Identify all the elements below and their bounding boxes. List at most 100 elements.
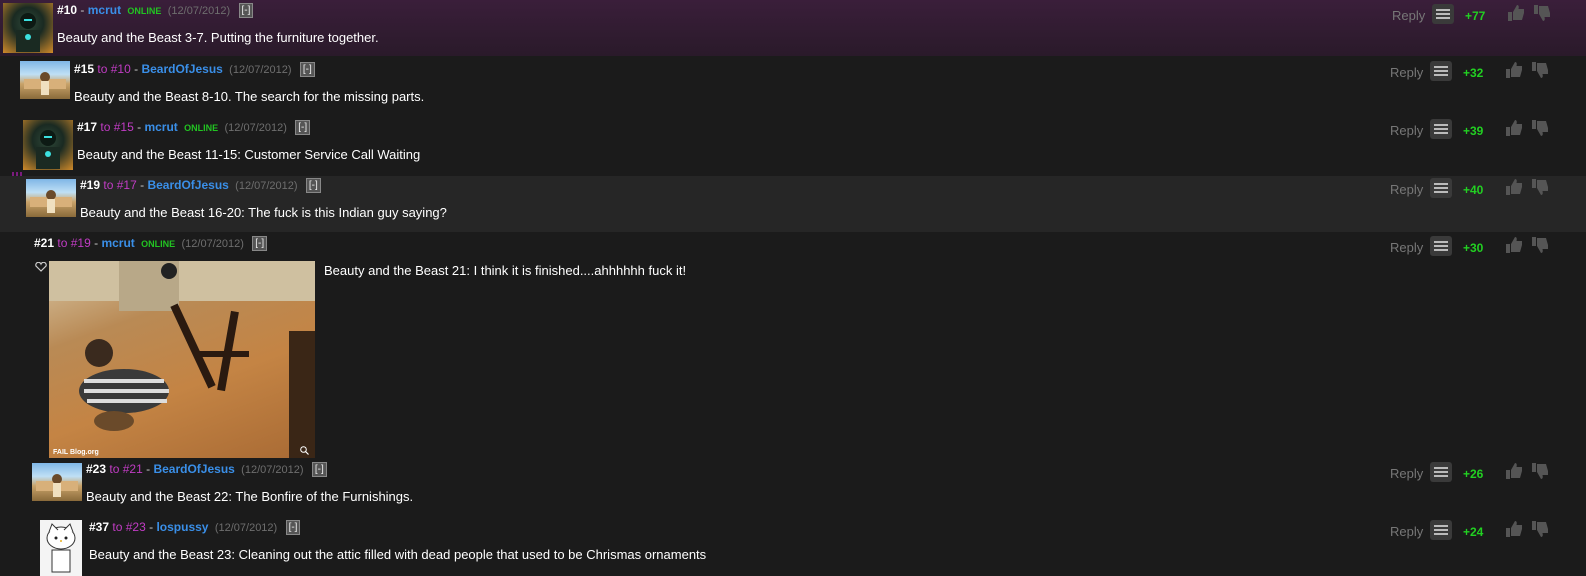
avatar[interactable] bbox=[26, 179, 76, 217]
reply-button[interactable]: Reply bbox=[1392, 8, 1425, 23]
avatar[interactable] bbox=[32, 463, 82, 501]
avatar[interactable] bbox=[20, 61, 70, 99]
thumbs-down-icon[interactable] bbox=[1530, 177, 1550, 197]
comment-header: #21 to #19 - mcrut ONLINE (12/07/2012) [… bbox=[34, 236, 268, 252]
comment-date: (12/07/2012) bbox=[167, 5, 231, 17]
reply-button[interactable]: Reply bbox=[1390, 123, 1423, 138]
comment-actions: Reply +77 bbox=[1392, 3, 1560, 27]
username-link[interactable]: mcrut bbox=[144, 120, 177, 134]
username-link[interactable]: mcrut bbox=[88, 3, 121, 17]
comment-header: #23 to #21 - BeardOfJesus (12/07/2012) [… bbox=[86, 462, 327, 478]
reply-button[interactable]: Reply bbox=[1390, 65, 1423, 80]
comment-text: Beauty and the Beast 16-20: The fuck is … bbox=[80, 205, 447, 220]
thumbs-up-icon[interactable] bbox=[1504, 177, 1524, 197]
collapse-button[interactable]: [-] bbox=[299, 62, 315, 78]
reply-button[interactable]: Reply bbox=[1390, 466, 1423, 481]
armored-figure-icon bbox=[36, 130, 60, 169]
menu-icon[interactable] bbox=[1432, 4, 1454, 24]
collapse-button[interactable]: [-] bbox=[252, 236, 268, 252]
reply-to-link[interactable]: #19 bbox=[71, 236, 91, 250]
reply-button[interactable]: Reply bbox=[1390, 524, 1423, 539]
thumbs-up-icon[interactable] bbox=[1506, 3, 1526, 23]
online-badge: ONLINE bbox=[184, 123, 219, 133]
comment-date: (12/07/2012) bbox=[224, 122, 287, 134]
thumbs-down-icon[interactable] bbox=[1532, 3, 1552, 23]
beach-scene-icon bbox=[36, 474, 78, 497]
username-link[interactable]: lospussy bbox=[156, 520, 208, 534]
comment-header: #37 to #23 - lospussy (12/07/2012) [-] bbox=[89, 520, 301, 536]
comment-19: #19 to #17 - BeardOfJesus (12/07/2012) [… bbox=[0, 176, 1586, 232]
thumbs-down-icon[interactable] bbox=[1530, 60, 1550, 80]
comment-date: (12/07/2012) bbox=[181, 238, 244, 250]
reply-button[interactable]: Reply bbox=[1390, 182, 1423, 197]
menu-icon[interactable] bbox=[1430, 178, 1452, 198]
username-link[interactable]: BeardOfJesus bbox=[153, 462, 234, 476]
menu-icon[interactable] bbox=[1430, 236, 1452, 256]
reply-to-link[interactable]: #17 bbox=[117, 178, 137, 192]
username-link[interactable]: BeardOfJesus bbox=[141, 62, 222, 76]
menu-icon[interactable] bbox=[1430, 462, 1452, 482]
comment-date: (12/07/2012) bbox=[241, 464, 304, 476]
thumbs-down-icon[interactable] bbox=[1530, 461, 1550, 481]
avatar[interactable] bbox=[3, 3, 53, 53]
collapse-button[interactable]: [-] bbox=[238, 3, 254, 19]
thumbs-down-icon[interactable] bbox=[1530, 519, 1550, 539]
thumbs-up-icon[interactable] bbox=[1504, 461, 1524, 481]
online-badge: ONLINE bbox=[141, 239, 176, 249]
comment-date: (12/07/2012) bbox=[229, 64, 292, 76]
zoom-icon[interactable] bbox=[300, 446, 309, 455]
username-link[interactable]: mcrut bbox=[101, 236, 134, 250]
collapse-button[interactable]: [-] bbox=[305, 178, 321, 194]
comment-text: Beauty and the Beast 8-10. The search fo… bbox=[74, 89, 425, 104]
thumbs-down-icon[interactable] bbox=[1530, 235, 1550, 255]
comment-image[interactable]: FAIL Blog.org bbox=[49, 261, 315, 458]
online-badge: ONLINE bbox=[127, 6, 162, 16]
photo-illustration bbox=[49, 261, 315, 458]
comment-score: +77 bbox=[1465, 9, 1486, 23]
thumbs-up-icon[interactable] bbox=[1504, 519, 1524, 539]
reply-to-link[interactable]: #15 bbox=[114, 120, 134, 134]
avatar[interactable] bbox=[40, 520, 82, 576]
comment-actions: Reply +26 bbox=[1390, 461, 1558, 485]
comment-score: +24 bbox=[1463, 525, 1484, 539]
image-watermark: FAIL Blog.org bbox=[53, 449, 99, 456]
reply-to-link[interactable]: #21 bbox=[123, 462, 143, 476]
menu-icon[interactable] bbox=[1430, 61, 1452, 81]
comment-number[interactable]: #23 bbox=[86, 462, 106, 476]
comment-23: #23 to #21 - BeardOfJesus (12/07/2012) [… bbox=[0, 458, 1586, 516]
reply-button[interactable]: Reply bbox=[1390, 240, 1423, 255]
comment-number[interactable]: #10 bbox=[57, 3, 77, 17]
comment-text: Beauty and the Beast 21: I think it is f… bbox=[324, 263, 687, 278]
menu-icon[interactable] bbox=[1430, 520, 1452, 540]
comment-17: #17 to #15 - mcrut ONLINE (12/07/2012) [… bbox=[0, 114, 1586, 172]
comment-date: (12/07/2012) bbox=[214, 522, 278, 534]
reply-to-label: to bbox=[109, 462, 120, 476]
comment-number[interactable]: #17 bbox=[77, 120, 97, 134]
comment-actions: Reply +39 bbox=[1390, 118, 1558, 142]
beach-scene-icon bbox=[30, 190, 72, 213]
comment-actions: Reply +40 bbox=[1390, 177, 1558, 201]
collapse-button[interactable]: [-] bbox=[311, 462, 327, 478]
collapse-button[interactable]: [-] bbox=[285, 520, 301, 536]
menu-icon[interactable] bbox=[1430, 119, 1452, 139]
collapse-button[interactable]: [-] bbox=[295, 120, 311, 136]
thumbs-down-icon[interactable] bbox=[1530, 118, 1550, 138]
comment-header: #19 to #17 - BeardOfJesus (12/07/2012) [… bbox=[80, 178, 321, 194]
comment-actions: Reply +24 bbox=[1390, 519, 1558, 543]
thumbs-up-icon[interactable] bbox=[1504, 235, 1524, 255]
comment-number[interactable]: #15 bbox=[74, 62, 94, 76]
armored-figure-icon bbox=[16, 13, 40, 52]
comment-number[interactable]: #19 bbox=[80, 178, 100, 192]
reply-to-link[interactable]: #10 bbox=[111, 62, 131, 76]
username-link[interactable]: BeardOfJesus bbox=[147, 178, 228, 192]
comment-text: Beauty and the Beast 23: Cleaning out th… bbox=[89, 547, 707, 562]
reply-to-link[interactable]: #23 bbox=[126, 520, 146, 534]
avatar[interactable] bbox=[23, 120, 73, 170]
thumbs-up-icon[interactable] bbox=[1504, 118, 1524, 138]
comment-number[interactable]: #21 bbox=[34, 236, 54, 250]
reply-to-label: to bbox=[103, 178, 114, 192]
comment-number[interactable]: #37 bbox=[89, 520, 109, 534]
favorite-heart-icon[interactable] bbox=[35, 262, 47, 272]
thumbs-up-icon[interactable] bbox=[1504, 60, 1524, 80]
comment-37: #37 to #23 - lospussy (12/07/2012) [-] B… bbox=[0, 516, 1586, 576]
